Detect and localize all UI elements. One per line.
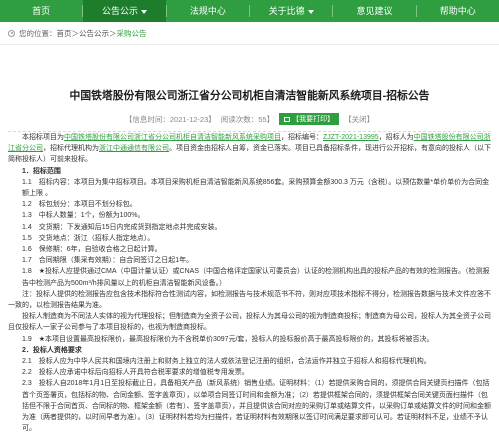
breadcrumb-current: 采购公告 (116, 28, 147, 38)
intro-text: ，招标人为 (378, 134, 414, 141)
agency-link[interactable]: 浙江中通通信有限公司 (99, 145, 169, 152)
chevron-down-icon (307, 9, 314, 14)
breadcrumb-prefix: 您的位置： (19, 28, 57, 38)
breadcrumb: 您的位置： 首页 ＞ 公告公示 ＞ 采购公告 (0, 22, 499, 45)
close-link[interactable]: 【关闭】 (344, 114, 374, 125)
clause: 1.4 交货期：下发通知后15日内完成货到指定地点并完成安装。 (22, 223, 222, 231)
page-title: 中国铁塔股份有限公司浙江省分公司机柜自清洁智能新风系统项目-招标公告 (69, 90, 430, 102)
intro-text: 本招标项目为 (22, 134, 64, 141)
clause: 1.3 中标人数量：1个，份额为100%。 (22, 212, 145, 220)
article-body: 本招标项目为中国铁塔股份有限公司浙江省分公司机柜自清洁智能新风系统采购项目，招标… (0, 132, 499, 434)
clause-note: 注：投标人提供的检测报告应包含技术指标符合性测试内容，如检测报告与技术规范书不符… (8, 290, 491, 310)
breadcrumb-separator: ＞ (71, 28, 80, 38)
clause: 2.3 投标人自2018年1月1日至投标截止日，具备相关产品（新风系统）销售业绩… (22, 380, 491, 433)
nav-regulations-label: 法规中心 (189, 6, 226, 16)
view-count: 阅读次数：55】 (220, 114, 275, 124)
publish-date: 【信息时间：2021-12-23】 (124, 114, 216, 124)
clause: 1.9 ★本项目设置最高投标限价，最高投标限价为不含税单价3097元/套，投标人… (22, 335, 434, 343)
clause: 1.8 ★投标人应提供通过CMA（中国计量认证）或CNAS（中国合格评定国家认可… (22, 268, 490, 287)
print-button[interactable]: 【我要打印】 (279, 113, 340, 125)
clause: 1.5 交货地点：浙江（招标人指定地点）。 (22, 234, 155, 242)
clause: 1.1 招标内容：本项目为集中招标项目。本项目采购机柜自清洁智能新风系统856套… (22, 178, 490, 198)
clause: 1.6 保修期：6年，自验收合格之日起计算。 (22, 246, 162, 254)
print-label: 【我要打印】 (292, 116, 335, 123)
printer-icon (284, 116, 291, 122)
nav-feedback[interactable]: 意见建议 (333, 0, 415, 22)
breadcrumb-separator: ＞ (109, 28, 117, 38)
intro-paragraph: 本招标项目为中国铁塔股份有限公司浙江省分公司机柜自清洁智能新风系统采购项目，招标… (8, 132, 491, 166)
nav-about[interactable]: 关于比德 (250, 0, 332, 22)
article-meta: 【信息时间：2021-12-23】 阅读次数：55】 【我要打印】 【关闭】 (0, 113, 499, 125)
project-code-link[interactable]: ZJZT-2021-13995 (323, 134, 379, 141)
clause: 2.1 投标人应为中华人民共和国境内注册上和财务上独立的法人或依法登记注册的组织… (22, 358, 431, 366)
breadcrumb-home[interactable]: 首页 (57, 28, 72, 39)
intro-text: ，招标编号： (281, 134, 323, 141)
section-heading: 2．投标人资格要求 (22, 346, 82, 354)
breadcrumb-announcements[interactable]: 公告公示 (79, 28, 109, 39)
nav-help-label: 帮助中心 (439, 6, 476, 16)
location-pin-icon (8, 29, 15, 37)
nav-help[interactable]: 帮助中心 (417, 0, 499, 22)
main-nav: 首页 公告公示 法规中心 关于比德 意见建议 帮助中心 (0, 0, 499, 22)
clause: 1.7 合同期限（集采有效期）：自合同签订之日起1年。 (22, 257, 194, 265)
clause-note: 投标人制造商为不同法人实体的视为代理投标；但制造商为全资子公司，投标人为其母公司… (8, 313, 491, 332)
nav-announcements-label: 公告公示 (101, 6, 138, 16)
nav-home-label: 首页 (32, 6, 51, 16)
nav-feedback-label: 意见建议 (356, 6, 393, 16)
project-link[interactable]: 中国铁塔股份有限公司浙江省分公司机柜自清洁智能新风系统采购项目 (64, 134, 281, 141)
section-heading: 1．招标范围 (22, 167, 61, 175)
intro-text: ，招标代理机构为 (43, 145, 99, 153)
clause: 2.2 投标人应承诺中标后向招标人开具符合税率要求的增值税专用发票。 (22, 369, 249, 377)
nav-about-label: 关于比德 (268, 6, 305, 16)
chevron-down-icon (141, 9, 147, 14)
clause: 1.2 标包划分：本项目不划分标包。 (22, 201, 137, 209)
nav-regulations[interactable]: 法规中心 (167, 0, 249, 22)
nav-home[interactable]: 首页 (0, 0, 82, 22)
nav-announcements[interactable]: 公告公示 (83, 0, 166, 22)
